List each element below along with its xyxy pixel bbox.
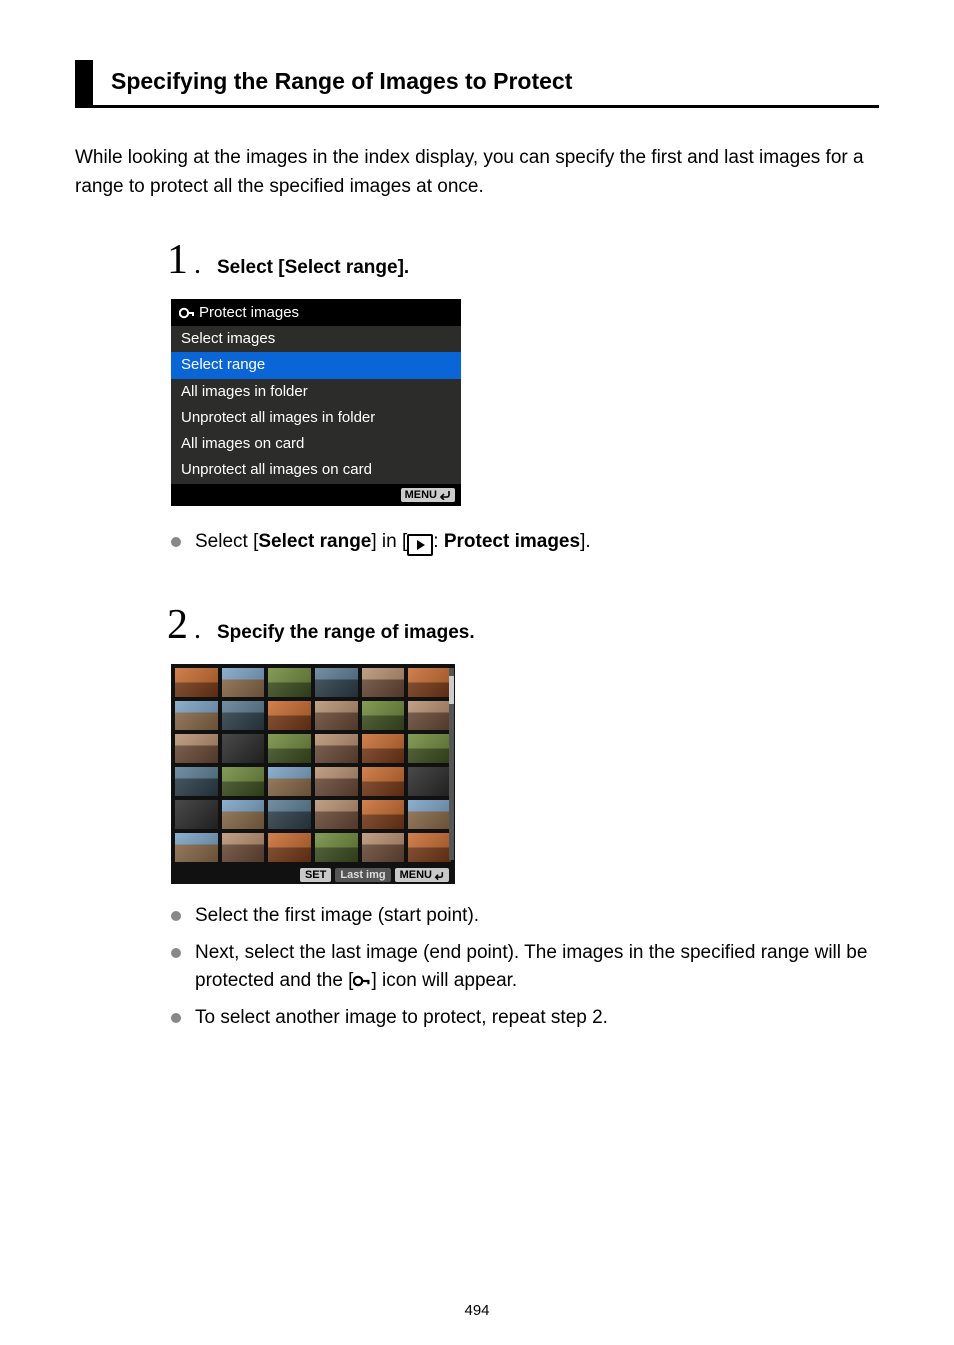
thumbnail-grid [175,668,451,862]
camera-menu-header: Protect images [171,299,461,326]
text: ] icon will appear. [371,970,517,991]
step1-bullet: Select [Select range] in [: Protect imag… [171,528,879,557]
text-bold: Select range [258,531,371,552]
text: : [433,531,444,552]
thumbnail [268,734,311,763]
camera-menu-footer: MENU [171,484,461,506]
menu-item-selected: Select range [171,352,461,378]
last-img-pill: Last img [335,868,390,882]
thumbnail [222,734,265,763]
section-header: Specifying the Range of Images to Protec… [75,60,879,108]
camera-menu-screenshot: Protect images Select images Select rang… [171,299,461,506]
step2-bullet-a: Select the first image (start point). [171,902,879,931]
menu-return-badge: MENU [401,488,455,502]
playback-icon [407,534,433,556]
page-number: 494 [0,1302,954,1319]
menu-pill-label: MENU [400,869,432,881]
thumbnail [175,833,218,862]
text: ] in [ [371,531,407,552]
thumbnail [175,767,218,796]
thumbnail [362,833,405,862]
step-title: Select [Select range]. [217,257,409,279]
section-bar [75,60,93,105]
step-dot: . [194,249,201,281]
thumbnail [408,701,451,730]
thumbnail [268,701,311,730]
index-footer: SET Last img MENU [175,866,451,884]
key-icon [179,306,195,320]
menu-item: Unprotect all images on card [171,457,461,483]
bullet-text: Next, select the last image (end point).… [195,939,879,996]
thumbnail [222,701,265,730]
scrollbar [449,668,454,860]
step2-bullet-c: To select another image to protect, repe… [171,1004,879,1033]
thumbnail [222,800,265,829]
thumbnail [315,734,358,763]
thumbnail [315,668,358,697]
thumbnail [222,668,265,697]
thumbnail [175,800,218,829]
text: Select [ [195,531,258,552]
thumbnail [362,800,405,829]
thumbnail [408,833,451,862]
menu-return-label: MENU [405,489,437,501]
thumbnail [315,833,358,862]
thumbnail [315,701,358,730]
menu-return-pill: MENU [395,868,449,882]
bullet-text: To select another image to protect, repe… [195,1004,879,1033]
bullet-icon [171,1013,181,1023]
text: Next, select the last image (end point).… [195,942,867,992]
set-pill: SET [300,868,331,882]
step-1: 1 . Select [Select range]. Protect image… [167,239,879,556]
thumbnail [315,800,358,829]
thumbnail [175,668,218,697]
text-bold: Protect images [444,531,580,552]
menu-item: All images in folder [171,379,461,405]
step-dot: . [194,614,201,646]
bullet-text: Select the first image (start point). [195,902,879,931]
bullet-icon [171,537,181,547]
thumbnail [362,734,405,763]
thumbnail [408,668,451,697]
thumbnail [222,833,265,862]
bullet-icon [171,948,181,958]
menu-item: All images on card [171,431,461,457]
thumbnail [408,734,451,763]
thumbnail [175,701,218,730]
camera-index-screenshot: SET Last img MENU [171,664,455,884]
step-number: 1 [167,239,188,281]
thumbnail [268,668,311,697]
step-title: Specify the range of images. [217,622,475,644]
bullet-icon [171,911,181,921]
thumbnail [268,767,311,796]
step2-bullet-b: Next, select the last image (end point).… [171,939,879,996]
thumbnail [408,767,451,796]
key-icon [353,974,371,988]
section-title: Specifying the Range of Images to Protec… [111,60,572,105]
thumbnail [408,800,451,829]
thumbnail [268,833,311,862]
menu-item: Select images [171,326,461,352]
thumbnail [222,767,265,796]
thumbnail [362,668,405,697]
thumbnail [268,800,311,829]
step-number: 2 [167,604,188,646]
thumbnail [362,701,405,730]
intro-text: While looking at the images in the index… [75,144,879,201]
thumbnail [315,767,358,796]
step1-bullet-text: Select [Select range] in [: Protect imag… [195,528,879,557]
thumbnail [362,767,405,796]
menu-item: Unprotect all images in folder [171,405,461,431]
step-2: 2 . Specify the range of images. [167,604,879,1032]
camera-menu-header-text: Protect images [199,304,299,321]
thumbnail [175,734,218,763]
text: ]. [580,531,591,552]
